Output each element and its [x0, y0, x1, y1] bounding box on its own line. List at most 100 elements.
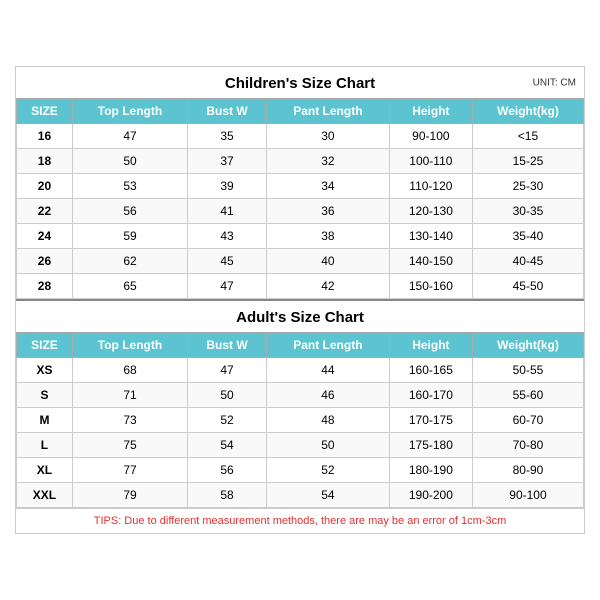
children-section-title: Children's Size Chart UNIT: CM — [16, 67, 584, 98]
table-cell: 43 — [188, 224, 267, 249]
table-cell: 50 — [266, 433, 389, 458]
table-cell: 44 — [266, 358, 389, 383]
unit-label: UNIT: CM — [533, 77, 576, 88]
table-cell: 39 — [188, 174, 267, 199]
table-cell: 65 — [72, 274, 187, 299]
table-cell: 47 — [188, 274, 267, 299]
table-cell: 25-30 — [472, 174, 583, 199]
adult-col-size: SIZE — [17, 333, 73, 358]
table-row: XL775652180-19080-90 — [17, 458, 584, 483]
table-row: 26624540140-15040-45 — [17, 249, 584, 274]
table-cell: 50 — [188, 383, 267, 408]
tips-text: TIPS: Due to different measurement metho… — [16, 508, 584, 533]
table-cell: M — [17, 408, 73, 433]
table-cell: 55-60 — [472, 383, 583, 408]
children-header-row: SIZE Top Length Bust W Pant Length Heigh… — [17, 99, 584, 124]
table-row: L755450175-18070-80 — [17, 433, 584, 458]
table-cell: 56 — [188, 458, 267, 483]
table-cell: 75 — [72, 433, 187, 458]
table-cell: 22 — [17, 199, 73, 224]
table-cell: 45-50 — [472, 274, 583, 299]
table-cell: 30-35 — [472, 199, 583, 224]
adult-col-pant: Pant Length — [266, 333, 389, 358]
table-cell: 41 — [188, 199, 267, 224]
children-table: SIZE Top Length Bust W Pant Length Heigh… — [16, 98, 584, 299]
table-cell: 34 — [266, 174, 389, 199]
table-cell: 53 — [72, 174, 187, 199]
size-chart-container: Children's Size Chart UNIT: CM SIZE Top … — [15, 66, 585, 534]
table-cell: 52 — [188, 408, 267, 433]
table-cell: 50-55 — [472, 358, 583, 383]
table-cell: 77 — [72, 458, 187, 483]
table-cell: 170-175 — [389, 408, 472, 433]
table-cell: <15 — [472, 124, 583, 149]
table-cell: 37 — [188, 149, 267, 174]
adult-col-top: Top Length — [72, 333, 187, 358]
table-cell: 71 — [72, 383, 187, 408]
table-cell: 180-190 — [389, 458, 472, 483]
table-cell: 73 — [72, 408, 187, 433]
children-col-bust: Bust W — [188, 99, 267, 124]
table-cell: 42 — [266, 274, 389, 299]
table-row: XS684744160-16550-55 — [17, 358, 584, 383]
table-cell: 16 — [17, 124, 73, 149]
table-cell: 70-80 — [472, 433, 583, 458]
table-cell: 190-200 — [389, 483, 472, 508]
children-col-pant: Pant Length — [266, 99, 389, 124]
table-cell: 45 — [188, 249, 267, 274]
table-cell: 32 — [266, 149, 389, 174]
table-cell: S — [17, 383, 73, 408]
children-col-height: Height — [389, 99, 472, 124]
table-cell: XL — [17, 458, 73, 483]
table-row: 20533934110-12025-30 — [17, 174, 584, 199]
children-title-text: Children's Size Chart — [225, 75, 375, 92]
table-cell: 100-110 — [389, 149, 472, 174]
table-cell: 24 — [17, 224, 73, 249]
table-cell: 150-160 — [389, 274, 472, 299]
table-row: XXL795854190-20090-100 — [17, 483, 584, 508]
table-cell: 52 — [266, 458, 389, 483]
table-cell: 26 — [17, 249, 73, 274]
table-cell: 120-130 — [389, 199, 472, 224]
children-col-top: Top Length — [72, 99, 187, 124]
table-row: 28654742150-16045-50 — [17, 274, 584, 299]
table-cell: 46 — [266, 383, 389, 408]
table-row: 22564136120-13030-35 — [17, 199, 584, 224]
table-cell: 28 — [17, 274, 73, 299]
children-col-size: SIZE — [17, 99, 73, 124]
table-cell: 54 — [266, 483, 389, 508]
table-cell: 130-140 — [389, 224, 472, 249]
adult-header-row: SIZE Top Length Bust W Pant Length Heigh… — [17, 333, 584, 358]
table-cell: 58 — [188, 483, 267, 508]
table-row: 18503732100-11015-25 — [17, 149, 584, 174]
adult-col-weight: Weight(kg) — [472, 333, 583, 358]
adult-section-title: Adult's Size Chart — [16, 299, 584, 332]
table-cell: 54 — [188, 433, 267, 458]
adult-col-bust: Bust W — [188, 333, 267, 358]
table-cell: 38 — [266, 224, 389, 249]
table-cell: 20 — [17, 174, 73, 199]
table-cell: XXL — [17, 483, 73, 508]
table-cell: 60-70 — [472, 408, 583, 433]
table-cell: 59 — [72, 224, 187, 249]
table-cell: 160-165 — [389, 358, 472, 383]
adult-table: SIZE Top Length Bust W Pant Length Heigh… — [16, 332, 584, 508]
table-cell: 62 — [72, 249, 187, 274]
table-cell: 175-180 — [389, 433, 472, 458]
table-row: 1647353090-100<15 — [17, 124, 584, 149]
adult-title-text: Adult's Size Chart — [236, 309, 364, 326]
table-cell: 110-120 — [389, 174, 472, 199]
table-cell: L — [17, 433, 73, 458]
table-cell: 50 — [72, 149, 187, 174]
table-cell: 40 — [266, 249, 389, 274]
table-cell: 47 — [188, 358, 267, 383]
table-cell: 47 — [72, 124, 187, 149]
table-cell: XS — [17, 358, 73, 383]
table-cell: 30 — [266, 124, 389, 149]
table-cell: 80-90 — [472, 458, 583, 483]
table-cell: 90-100 — [389, 124, 472, 149]
children-col-weight: Weight(kg) — [472, 99, 583, 124]
table-cell: 48 — [266, 408, 389, 433]
table-cell: 15-25 — [472, 149, 583, 174]
table-cell: 36 — [266, 199, 389, 224]
